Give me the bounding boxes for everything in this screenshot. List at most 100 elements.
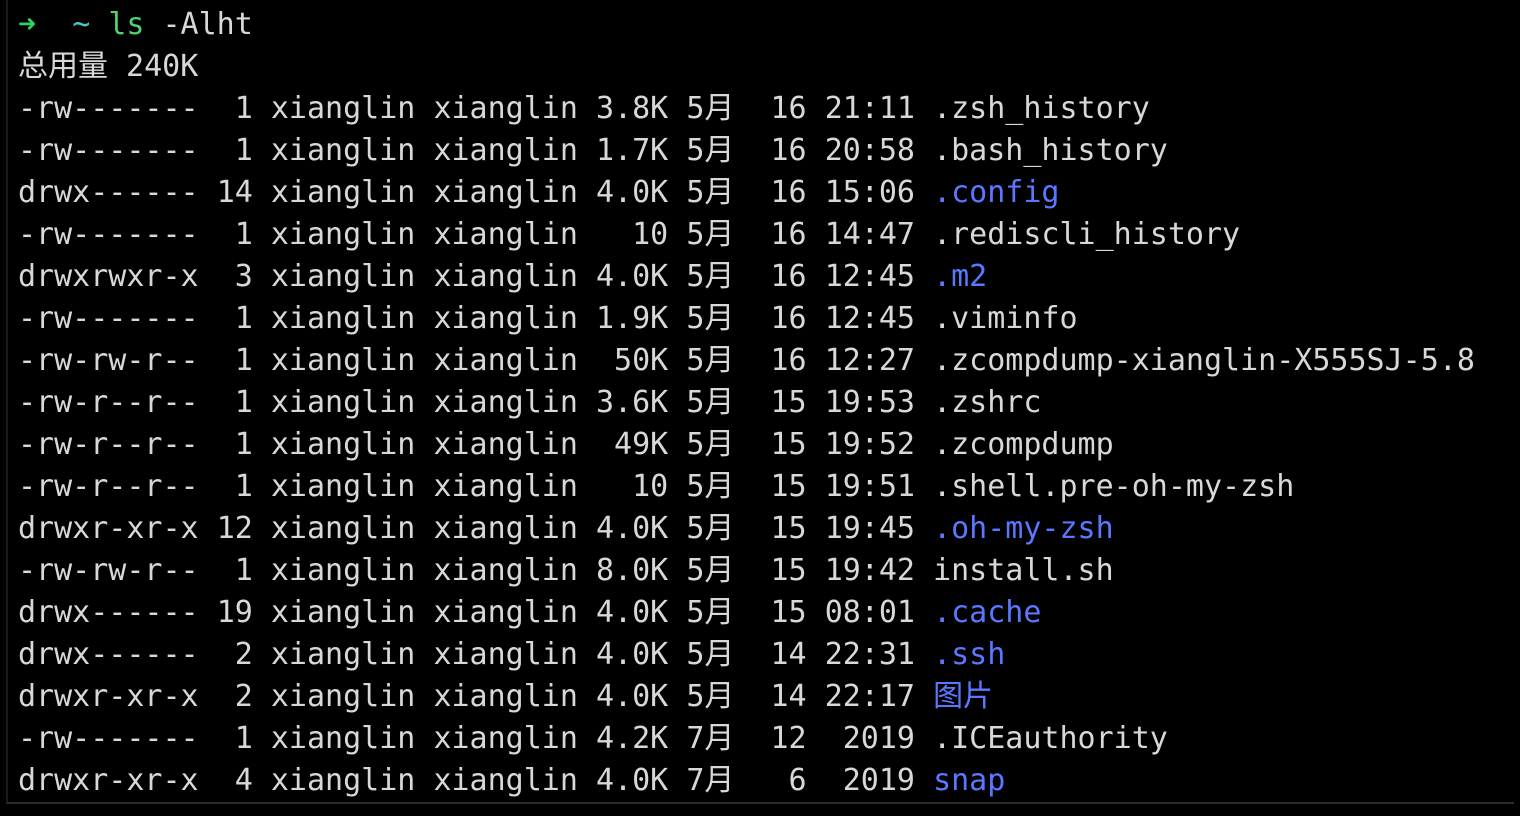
file-perms: drwxr-xr-x xyxy=(18,763,199,798)
file-group: xianglin xyxy=(433,553,578,588)
file-time: 12:45 xyxy=(824,301,915,336)
file-day: 16 xyxy=(770,217,807,252)
file-day: 14 xyxy=(770,637,807,672)
file-owner: xianglin xyxy=(270,217,416,252)
file-day: 15 xyxy=(770,553,807,588)
file-row: drwx------ 14 xianglin xianglin 4.0K 5月 … xyxy=(18,172,1514,214)
file-size: 50K xyxy=(596,343,669,378)
file-owner: xianglin xyxy=(270,91,416,126)
terminal-window[interactable]: ➜ ~ ls -Alht 总用量 240K -rw------- 1 xiang… xyxy=(6,0,1514,804)
file-owner: xianglin xyxy=(270,637,416,672)
file-time: 22:17 xyxy=(824,679,915,714)
file-time: 12:45 xyxy=(824,259,915,294)
file-month: 5月 xyxy=(686,217,735,252)
file-group: xianglin xyxy=(433,301,578,336)
file-owner: xianglin xyxy=(270,469,416,504)
file-perms: drwxr-xr-x xyxy=(18,511,199,546)
file-row: -rw-rw-r-- 1 xianglin xianglin 50K 5月 16… xyxy=(18,340,1514,382)
file-time: 12:27 xyxy=(824,343,915,378)
file-time: 19:51 xyxy=(824,469,915,504)
file-name: .zsh_history xyxy=(933,91,1150,126)
file-size: 4.0K xyxy=(596,175,669,210)
file-row: drwx------ 19 xianglin xianglin 4.0K 5月 … xyxy=(18,592,1514,634)
file-size: 3.6K xyxy=(596,385,669,420)
file-row: -rw------- 1 xianglin xianglin 1.7K 5月 1… xyxy=(18,130,1514,172)
file-name: install.sh xyxy=(933,553,1114,588)
file-row: -rw------- 1 xianglin xianglin 3.8K 5月 1… xyxy=(18,88,1514,130)
file-perms: -rw------- xyxy=(18,721,199,756)
file-month: 5月 xyxy=(686,427,735,462)
file-name: .zcompdump xyxy=(933,427,1114,462)
file-links: 1 xyxy=(216,469,253,504)
file-links: 1 xyxy=(216,217,253,252)
file-day: 6 xyxy=(770,763,807,798)
file-month: 5月 xyxy=(686,469,735,504)
file-perms: -rw-rw-r-- xyxy=(18,553,199,588)
file-row: drwxr-xr-x 4 xianglin xianglin 4.0K 7月 6… xyxy=(18,760,1514,802)
file-links: 1 xyxy=(216,133,253,168)
file-name: .viminfo xyxy=(933,301,1078,336)
directory-name: .cache xyxy=(933,595,1042,630)
file-month: 5月 xyxy=(686,133,735,168)
file-links: 1 xyxy=(216,91,253,126)
file-month: 7月 xyxy=(686,763,735,798)
file-perms: -rw------- xyxy=(18,217,199,252)
directory-name: .m2 xyxy=(933,259,988,294)
file-group: xianglin xyxy=(433,469,578,504)
file-day: 15 xyxy=(770,385,807,420)
file-month: 5月 xyxy=(686,637,735,672)
file-links: 1 xyxy=(216,721,253,756)
directory-name: snap xyxy=(933,763,1006,798)
file-size: 4.0K xyxy=(596,511,669,546)
file-size: 10 xyxy=(596,469,669,504)
file-group: xianglin xyxy=(433,91,578,126)
file-name: .zshrc xyxy=(933,385,1042,420)
file-time: 19:53 xyxy=(824,385,915,420)
file-perms: -rw-rw-r-- xyxy=(18,343,199,378)
file-links: 3 xyxy=(216,259,253,294)
file-day: 12 xyxy=(770,721,807,756)
file-row: -rw-r--r-- 1 xianglin xianglin 3.6K 5月 1… xyxy=(18,382,1514,424)
file-owner: xianglin xyxy=(270,175,416,210)
file-group: xianglin xyxy=(433,595,578,630)
file-time: 08:01 xyxy=(824,595,915,630)
file-links: 1 xyxy=(216,385,253,420)
directory-name: .oh-my-zsh xyxy=(933,511,1114,546)
file-time: 2019 xyxy=(824,721,915,756)
file-group: xianglin xyxy=(433,385,578,420)
file-size: 4.0K xyxy=(596,637,669,672)
file-group: xianglin xyxy=(433,217,578,252)
file-owner: xianglin xyxy=(270,679,416,714)
file-month: 5月 xyxy=(686,511,735,546)
file-group: xianglin xyxy=(433,637,578,672)
file-time: 19:42 xyxy=(824,553,915,588)
file-perms: -rw------- xyxy=(18,301,199,336)
file-name: .zcompdump-xianglin-X555SJ-5.8 xyxy=(933,343,1475,378)
file-size: 10 xyxy=(596,217,669,252)
file-perms: -rw------- xyxy=(18,91,199,126)
file-owner: xianglin xyxy=(270,553,416,588)
file-day: 16 xyxy=(770,91,807,126)
file-size: 1.7K xyxy=(596,133,669,168)
prompt-arrow-icon: ➜ xyxy=(18,7,37,42)
file-size: 4.0K xyxy=(596,259,669,294)
file-month: 5月 xyxy=(686,385,735,420)
file-group: xianglin xyxy=(433,721,578,756)
file-row: drwxr-xr-x 2 xianglin xianglin 4.0K 5月 1… xyxy=(18,676,1514,718)
file-owner: xianglin xyxy=(270,427,416,462)
file-perms: drwxrwxr-x xyxy=(18,259,199,294)
file-size: 8.0K xyxy=(596,553,669,588)
file-links: 4 xyxy=(216,763,253,798)
file-owner: xianglin xyxy=(270,301,416,336)
file-month: 5月 xyxy=(686,301,735,336)
directory-name: 图片 xyxy=(933,679,994,714)
file-month: 5月 xyxy=(686,91,735,126)
file-links: 2 xyxy=(216,679,253,714)
file-perms: -rw------- xyxy=(18,133,199,168)
prompt-cwd: ~ xyxy=(72,7,91,42)
file-group: xianglin xyxy=(433,133,578,168)
file-month: 5月 xyxy=(686,175,735,210)
prompt-line: ➜ ~ ls -Alht xyxy=(18,4,1514,46)
file-links: 14 xyxy=(216,175,253,210)
total-line: 总用量 240K xyxy=(18,49,199,84)
